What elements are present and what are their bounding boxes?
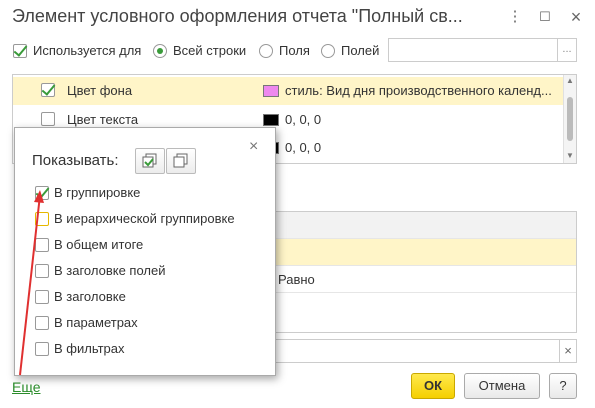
row-value: стиль: Вид дня производственного календ.… xyxy=(285,83,552,98)
item-label: В параметрах xyxy=(54,315,138,330)
help-button[interactable]: ? xyxy=(549,373,577,399)
item-label: В заголовке xyxy=(54,289,126,304)
uncheck-all-button[interactable] xyxy=(166,148,196,174)
row-value: 0, 0, 0 xyxy=(285,112,322,127)
item-checkbox[interactable] xyxy=(35,342,49,356)
check-all-icon xyxy=(142,153,157,168)
more-link[interactable]: Еще xyxy=(12,379,41,395)
row-checkbox[interactable] xyxy=(41,83,55,97)
scroll-up-icon[interactable]: ▲ xyxy=(566,76,574,85)
item-label: В иерархической группировке xyxy=(54,211,235,226)
scroll-down-icon[interactable]: ▼ xyxy=(566,151,574,160)
all-rows-radio[interactable] xyxy=(153,44,167,58)
item-checkbox[interactable] xyxy=(35,316,49,330)
usage-row: Используется для Всей строки Поля Полей … xyxy=(0,38,595,64)
scroll-thumb[interactable] xyxy=(567,97,573,141)
fields-radio[interactable] xyxy=(259,44,273,58)
maximize-icon[interactable]: ☐ xyxy=(535,7,555,27)
color-swatch xyxy=(263,114,279,126)
table-row[interactable] xyxy=(271,239,576,266)
row-name: Цвет фона xyxy=(67,83,133,98)
uncheck-all-icon xyxy=(173,153,188,168)
field-label: Полей xyxy=(341,43,380,58)
popup-title: Показывать: xyxy=(32,152,119,169)
all-rows-label: Всей строки xyxy=(173,43,247,58)
table-header xyxy=(271,212,576,239)
show-options-popup: Показывать: × В группировке В иерархичес… xyxy=(14,127,276,376)
field-radio[interactable] xyxy=(321,44,335,58)
item-label: В группировке xyxy=(54,185,141,200)
row-name: Цвет текста xyxy=(67,112,139,127)
clear-button[interactable]: × xyxy=(559,339,577,363)
vertical-scrollbar[interactable]: ▲ ▼ xyxy=(563,75,576,163)
fields-input[interactable] xyxy=(388,38,558,62)
item-label: В общем итоге xyxy=(54,237,144,252)
item-checkbox[interactable] xyxy=(35,212,49,226)
comparison-value: Равно xyxy=(278,272,315,287)
table-row[interactable]: Равно xyxy=(271,266,576,293)
fields-label: Поля xyxy=(279,43,310,58)
item-checkbox[interactable] xyxy=(35,264,49,278)
item-checkbox[interactable] xyxy=(35,238,49,252)
close-icon[interactable]: × xyxy=(566,7,586,27)
color-swatch xyxy=(263,85,279,97)
use-for-label: Используется для xyxy=(33,43,142,58)
item-checkbox[interactable] xyxy=(35,186,49,200)
condition-table: Равно xyxy=(270,211,577,333)
check-all-button[interactable] xyxy=(135,148,165,174)
popup-close-icon[interactable]: × xyxy=(249,138,258,156)
fields-select-button[interactable]: ... xyxy=(557,38,577,62)
window-title: Элемент условного оформления отчета "Пол… xyxy=(12,6,463,26)
table-row[interactable]: Цвет фона стиль: Вид дня производственно… xyxy=(13,77,565,105)
ok-button[interactable]: ОК xyxy=(411,373,455,399)
item-label: В фильтрах xyxy=(54,341,125,356)
cancel-button[interactable]: Отмена xyxy=(464,373,540,399)
title-bar: Элемент условного оформления отчета "Пол… xyxy=(0,0,595,34)
item-checkbox[interactable] xyxy=(35,290,49,304)
more-vert-icon[interactable]: ⋮ xyxy=(505,7,525,27)
use-for-checkbox[interactable] xyxy=(13,44,27,58)
row-checkbox[interactable] xyxy=(41,112,55,126)
row-value: 0, 0, 0 xyxy=(285,140,322,155)
item-label: В заголовке полей xyxy=(54,263,166,278)
filter-input[interactable] xyxy=(270,339,560,363)
